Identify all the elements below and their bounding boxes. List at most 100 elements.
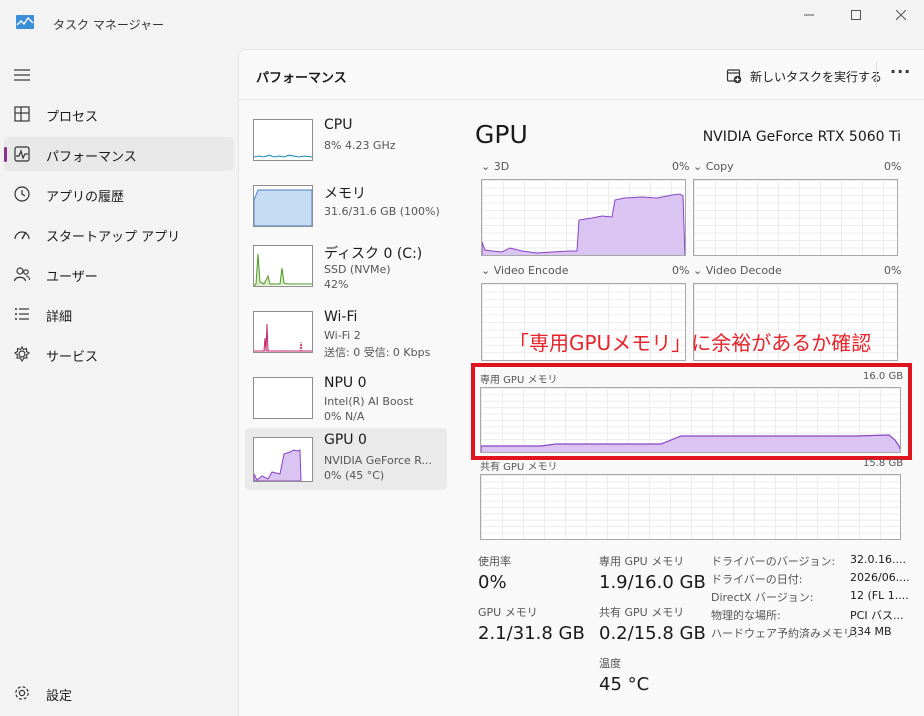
startup-icon (14, 231, 30, 240)
run-new-task-label: 新しいタスクを実行する (750, 69, 883, 84)
main-panel: パフォーマンス 新しいタスクを実行する ··· CPU 8% 4.23 GHz (238, 49, 924, 716)
engine-copy-label[interactable]: ⌄ Copy (693, 160, 734, 173)
dedicated-stat-label: 専用 GPU メモリ (599, 555, 685, 568)
engine-3d-label[interactable]: ⌄ 3D (481, 160, 509, 173)
device-gpu[interactable]: GPU 0 NVIDIA GeForce R... 0% (45 °C) (245, 428, 447, 490)
history-icon (14, 186, 30, 202)
sidebar-item-settings[interactable]: 設定 (4, 676, 234, 710)
gear-icon (15, 686, 29, 700)
details-icon (15, 308, 29, 320)
device-detail: Wi-Fi 2 (324, 329, 361, 342)
driver-date-value: 2026/06.... (850, 571, 910, 584)
disk-mini-graph-line (254, 253, 312, 286)
maximize-icon (851, 10, 861, 20)
engine-video-decode-label[interactable]: ⌄ Video Decode (693, 264, 782, 277)
close-icon (896, 10, 906, 20)
performance-icon (14, 146, 30, 162)
engine-video-decode-text: Video Decode (705, 264, 782, 277)
device-detail: 送信: 0 受信: 0 Kbps (324, 346, 431, 359)
sidebar-item-app-history[interactable]: アプリの履歴 (4, 177, 234, 211)
device-cpu[interactable]: CPU 8% 4.23 GHz (245, 113, 447, 175)
driver-version-value: 32.0.16.... (850, 553, 906, 566)
sidebar-item-performance[interactable]: パフォーマンス (4, 137, 234, 171)
driver-date-label: ドライバーの日付: (711, 573, 803, 586)
sidebar-item-startup[interactable]: スタートアップ アプリ (4, 217, 234, 251)
graph-grid (694, 180, 897, 255)
sidebar-item-label: ユーザー (46, 270, 98, 285)
more-options-button[interactable]: ··· (890, 62, 911, 81)
sidebar-item-label: プロセス (46, 110, 99, 125)
device-detail: 42% (324, 278, 349, 291)
memory-mini-graph-area (254, 189, 312, 226)
header-divider (876, 62, 877, 88)
device-detail: 0% N/A (324, 410, 365, 423)
processes-icon (14, 106, 30, 122)
dedicated-stat-value: 1.9/16.0 GB (599, 572, 706, 593)
device-npu[interactable]: NPU 0 Intel(R) AI Boost 0% N/A (245, 371, 447, 433)
temperature-label: 温度 (599, 657, 621, 670)
wifi-mini-graph (253, 311, 313, 353)
close-button[interactable] (878, 0, 924, 30)
hamburger-menu-icon[interactable] (13, 68, 31, 82)
cpu-mini-graph (253, 119, 313, 161)
engine-3d-pct: 0% (672, 160, 690, 173)
sidebar-item-details[interactable]: 詳細 (4, 297, 234, 331)
title-bar: タスク マネージャー (0, 0, 924, 48)
driver-version-label: ドライバーのバージョン: (711, 555, 836, 568)
engine-3d-text: 3D (493, 160, 510, 173)
disk-mini-graph (253, 245, 313, 287)
main-header: パフォーマンス 新しいタスクを実行する ··· (239, 50, 924, 100)
physical-location-label: 物理的な場所: (711, 609, 781, 622)
shared-memory-label: 共有 GPU メモリ (480, 462, 558, 473)
graph-shared-memory (480, 474, 901, 540)
settings-label: 設定 (46, 689, 73, 704)
sidebar-item-users[interactable]: ユーザー (4, 257, 234, 291)
chevron-down-icon: ⌄ (481, 160, 491, 173)
window-title: タスク マネージャー (53, 18, 164, 32)
device-detail: 8% 4.23 GHz (324, 139, 396, 152)
chevron-down-icon: ⌄ (693, 264, 703, 277)
gpu-memory-value: 2.1/31.8 GB (478, 623, 585, 644)
sidebar-item-label: 詳細 (46, 310, 73, 325)
reserved-memory-label: ハードウェア予約済みメモリ: (711, 627, 858, 640)
gpu-mini-graph (253, 437, 313, 482)
gpu-mini-graph-area (254, 449, 302, 481)
engine-video-encode-pct: 0% (672, 264, 690, 277)
memory-mini-graph (253, 185, 313, 227)
device-detail: SSD (NVMe) (324, 263, 391, 276)
maximize-button[interactable] (833, 0, 879, 30)
device-memory[interactable]: メモリ 31.6/31.6 GB (100%) (245, 179, 447, 241)
physical-location-value: PCI バス... (850, 609, 904, 622)
services-icon (14, 345, 30, 363)
sidebar-item-label: スタートアップ アプリ (46, 230, 181, 245)
device-name: NPU 0 (324, 375, 367, 391)
directx-version-label: DirectX バージョン: (711, 591, 814, 604)
highlight-box (471, 363, 912, 460)
device-wifi[interactable]: Wi-Fi Wi-Fi 2 送信: 0 受信: 0 Kbps (245, 305, 447, 367)
graph-grid (481, 475, 900, 539)
minimize-button[interactable] (786, 0, 832, 30)
device-detail: 31.6/31.6 GB (100%) (324, 205, 440, 218)
device-detail: 0% (45 °C) (324, 469, 385, 482)
cpu-mini-graph-line (254, 154, 312, 158)
usage-label: 使用率 (478, 555, 511, 568)
engine-copy-text: Copy (705, 160, 734, 173)
shared-stat-value: 0.2/15.8 GB (599, 623, 706, 644)
annotation-text: 「専用GPUメモリ」に余裕があるか確認 (509, 331, 872, 355)
device-detail: Intel(R) AI Boost (324, 395, 414, 408)
sidebar-item-services[interactable]: サービス (4, 337, 234, 371)
engine-video-encode-text: Video Encode (493, 264, 569, 277)
task-manager-app-icon (16, 15, 34, 29)
sidebar-item-label: アプリの履歴 (46, 190, 125, 205)
npu-mini-graph (253, 377, 313, 419)
temperature-value: 45 °C (599, 674, 650, 695)
run-new-task-button[interactable]: 新しいタスクを実行する (726, 65, 882, 87)
reserved-memory-value: 334 MB (850, 625, 892, 638)
shared-stat-label: 共有 GPU メモリ (599, 606, 685, 619)
device-disk[interactable]: ディスク 0 (C:) SSD (NVMe) 42% (245, 239, 447, 301)
sidebar-item-processes[interactable]: プロセス (4, 97, 234, 131)
chevron-down-icon: ⌄ (693, 160, 703, 173)
engine-video-encode-label[interactable]: ⌄ Video Encode (481, 264, 568, 277)
shared-memory-max: 15.8 GB (863, 458, 904, 469)
gpu-model: NVIDIA GeForce RTX 5060 Ti (702, 129, 901, 145)
